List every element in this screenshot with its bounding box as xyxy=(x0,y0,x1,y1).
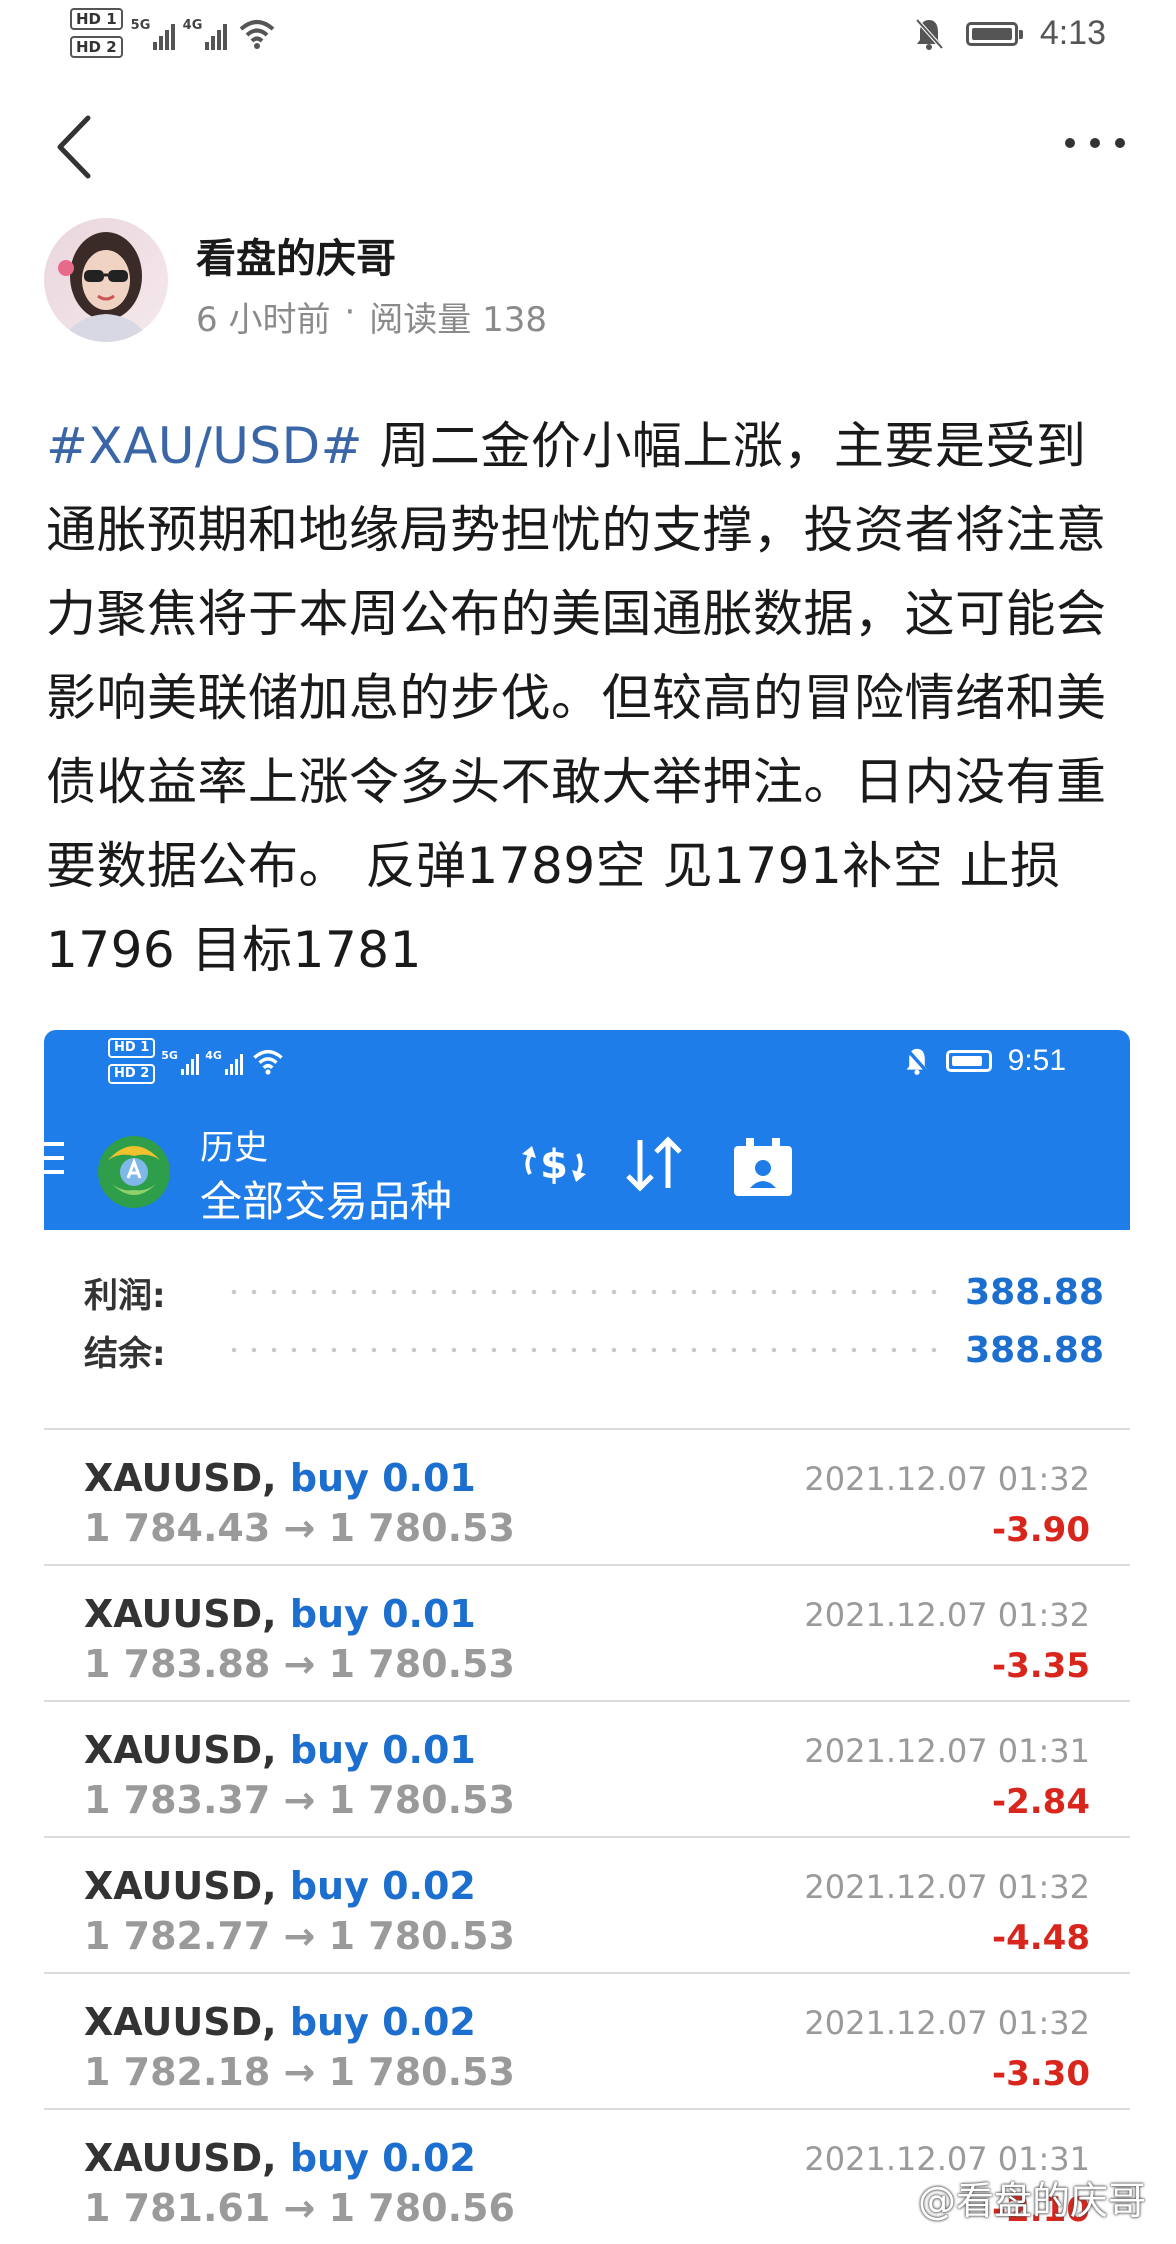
signal-icon: 5G xyxy=(130,16,175,50)
embedded-network-type-1: 5G xyxy=(161,1049,178,1062)
clock: 4:13 xyxy=(1039,14,1106,52)
battery-icon xyxy=(965,21,1023,46)
trade-symbol: XAUUSD, xyxy=(84,1456,277,1500)
trade-profit: -3.35 xyxy=(992,1646,1090,1686)
embedded-network-type-2: 4G xyxy=(205,1049,222,1062)
trade-datetime: 2021.12.07 01:32 xyxy=(804,1460,1090,1498)
dotted-leader xyxy=(224,1288,950,1296)
dotted-leader xyxy=(224,1346,950,1354)
calendar-icon[interactable] xyxy=(730,1134,796,1200)
status-left: HD 1 HD 2 5G 4G xyxy=(70,8,277,58)
trade-row[interactable]: XAUUSD, buy 0.02 1 782.77 → 1 780.53 202… xyxy=(44,1836,1130,1972)
read-count: 阅读量 138 xyxy=(369,300,547,340)
meta-separator: · xyxy=(344,292,356,332)
weibo-watermark-icon xyxy=(878,2185,911,2211)
embedded-status-left: HD 1 HD 2 5G 4G xyxy=(108,1038,285,1084)
trade-side: buy 0.02 xyxy=(289,2000,476,2044)
trade-datetime: 2021.12.07 01:31 xyxy=(804,1732,1090,1770)
trade-symbol: XAUUSD, xyxy=(84,1864,277,1908)
trade-profit: -2.84 xyxy=(992,1782,1090,1822)
trade-side: buy 0.01 xyxy=(289,1456,476,1500)
metatrader-logo xyxy=(98,1136,170,1208)
post-time: 6 小时前 xyxy=(196,300,331,340)
embedded-status-right: 9:51 xyxy=(904,1044,1066,1078)
trade-prices: 1 781.61 → 1 780.56 xyxy=(84,2186,515,2230)
trade-side: buy 0.02 xyxy=(289,1864,476,1908)
network-type-1: 5G xyxy=(130,18,151,33)
profit-value: 388.88 xyxy=(965,1271,1104,1313)
post-meta: 6 小时前 · 阅读量 138 xyxy=(196,292,547,341)
trade-side: buy 0.01 xyxy=(289,1592,476,1636)
screen-subtitle: 历史 xyxy=(200,1128,268,1168)
trade-row[interactable]: XAUUSD, buy 0.01 1 783.88 → 1 780.53 202… xyxy=(44,1564,1130,1700)
avatar-image xyxy=(44,218,168,342)
back-chevron-icon[interactable] xyxy=(52,112,96,182)
status-right: 4:13 xyxy=(914,14,1106,53)
trade-datetime: 2021.12.07 01:32 xyxy=(804,2004,1090,2042)
trade-symbol: XAUUSD, xyxy=(84,2136,277,2180)
balance-label: 结余: xyxy=(84,1333,166,1374)
balance-row: 结余: 388.88 xyxy=(84,1320,1104,1380)
trade-symbol: XAUUSD, xyxy=(84,2000,277,2044)
trade-row[interactable]: XAUUSD, buy 0.02 1 782.18 → 1 780.53 202… xyxy=(44,1972,1130,2108)
sim-indicators: HD 1 HD 2 xyxy=(70,8,123,58)
svg-text:$: $ xyxy=(540,1142,568,1188)
sim2-label: HD 2 xyxy=(70,36,123,58)
hashtag-link[interactable]: #XAU/USD# xyxy=(46,417,363,475)
trade-symbol: XAUUSD, xyxy=(84,1728,277,1772)
embedded-screenshot[interactable]: HD 1 HD 2 5G 4G 9:51 历史 全部交易品种 $ 利润: 388… xyxy=(44,1030,1130,2230)
signal-icon: 4G xyxy=(182,16,227,50)
menu-icon[interactable] xyxy=(44,1138,74,1178)
avatar[interactable] xyxy=(44,218,168,342)
embedded-sim1-label: HD 1 xyxy=(108,1038,156,1058)
embedded-clock: 9:51 xyxy=(1007,1044,1066,1077)
trade-prices: 1 784.43 → 1 780.53 xyxy=(84,1506,515,1550)
post-body: #XAU/USD# 周二金价小幅上涨，主要是受到通胀预期和地缘局势担忧的支撑，投… xyxy=(46,404,1136,992)
battery-icon xyxy=(945,1050,992,1072)
author-name[interactable]: 看盘的庆哥 xyxy=(196,226,396,284)
trade-prices: 1 783.88 → 1 780.53 xyxy=(84,1642,515,1686)
trade-profit: -4.48 xyxy=(992,1918,1090,1958)
trade-datetime: 2021.12.07 01:32 xyxy=(804,1868,1090,1906)
sort-icon[interactable] xyxy=(622,1134,686,1194)
watermark: @看盘的庆哥 xyxy=(878,2170,1146,2225)
embedded-app-header: HD 1 HD 2 5G 4G 9:51 历史 全部交易品种 $ xyxy=(44,1030,1130,1230)
trade-profit: -3.90 xyxy=(992,1510,1090,1550)
trade-prices: 1 783.37 → 1 780.53 xyxy=(84,1778,515,1822)
trade-row[interactable]: XAUUSD, buy 0.01 1 784.43 → 1 780.53 202… xyxy=(44,1428,1130,1564)
trade-symbol: XAUUSD, xyxy=(84,1592,277,1636)
embedded-sim2-label: HD 2 xyxy=(108,1064,156,1084)
trade-side: buy 0.02 xyxy=(289,2136,476,2180)
watermark-text: @看盘的庆哥 xyxy=(917,2179,1146,2223)
trade-profit: -3.30 xyxy=(992,2054,1090,2094)
wifi-icon xyxy=(239,20,274,49)
signal-icon: 4G xyxy=(205,1047,244,1075)
trade-list: XAUUSD, buy 0.01 1 784.43 → 1 780.53 202… xyxy=(44,1428,1130,2230)
profit-label: 利润: xyxy=(84,1275,166,1316)
signal-icon: 5G xyxy=(161,1047,200,1075)
wifi-icon xyxy=(253,1049,283,1075)
trade-datetime: 2021.12.07 01:32 xyxy=(804,1596,1090,1634)
embedded-sim-indicators: HD 1 HD 2 xyxy=(108,1038,156,1084)
post-text: 周二金价小幅上涨，主要是受到通胀预期和地缘局势担忧的支撑，投资者将注意力聚焦将于… xyxy=(46,417,1107,979)
trade-prices: 1 782.18 → 1 780.53 xyxy=(84,2050,515,2094)
trade-row[interactable]: XAUUSD, buy 0.01 1 783.37 → 1 780.53 202… xyxy=(44,1700,1130,1836)
trade-side: buy 0.01 xyxy=(289,1728,476,1772)
mute-bell-icon xyxy=(915,18,944,50)
screen-title: 全部交易品种 xyxy=(200,1177,453,1226)
network-type-2: 4G xyxy=(182,18,203,33)
trade-prices: 1 782.77 → 1 780.53 xyxy=(84,1914,515,1958)
mute-bell-icon xyxy=(904,1047,930,1075)
currency-exchange-icon[interactable]: $ xyxy=(518,1134,590,1194)
sim1-label: HD 1 xyxy=(70,8,123,30)
more-dots-icon[interactable] xyxy=(1060,128,1130,158)
balance-value: 388.88 xyxy=(965,1329,1104,1371)
profit-row: 利润: 388.88 xyxy=(84,1262,1104,1322)
status-bar: HD 1 HD 2 5G 4G 4:13 xyxy=(0,0,1176,80)
